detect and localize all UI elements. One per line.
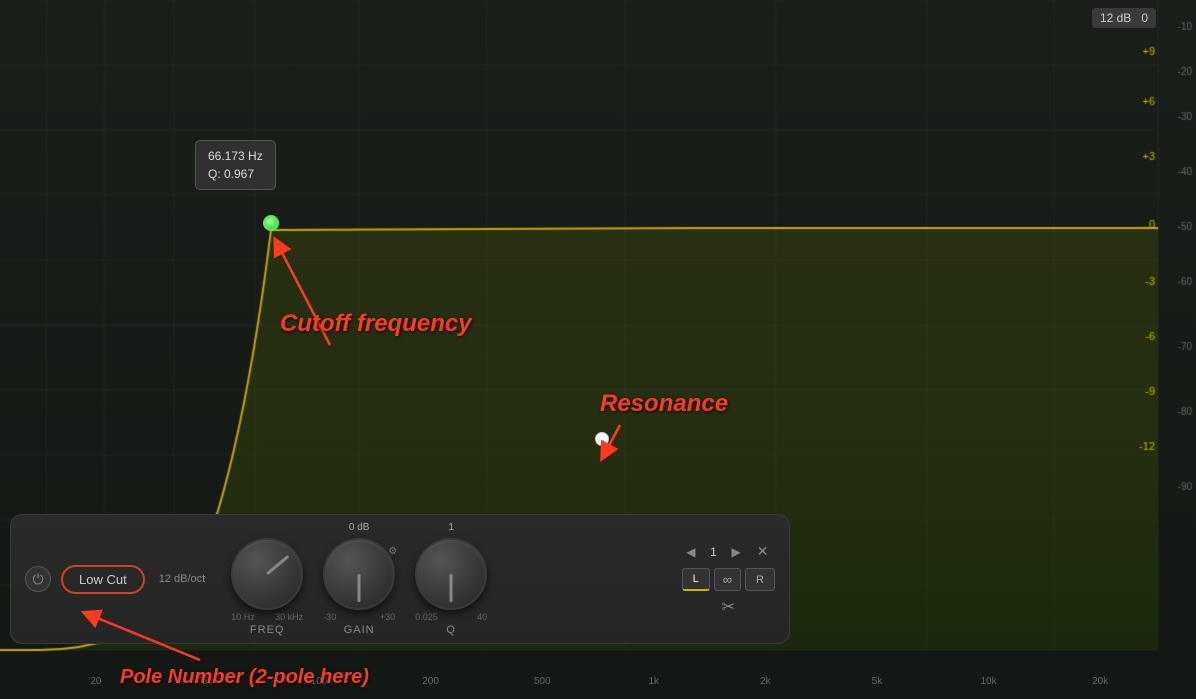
- freq-range: 10 Hz 30 kHz: [231, 612, 303, 622]
- lr-link-button[interactable]: ∞: [714, 568, 741, 591]
- gain-knob-container: ⚙: [323, 538, 395, 610]
- gain-settings-icon: ⚙: [388, 546, 397, 557]
- gain-top-label: 0 dB: [349, 522, 370, 536]
- db-value: 12 dB: [1100, 11, 1131, 25]
- q-knob-group: 1 0.025 40 Q: [415, 522, 487, 636]
- axis-5k: 5k: [821, 676, 933, 687]
- right-controls: ◀ 1 ▶ ✕ L ∞ R ✂: [682, 541, 775, 617]
- axis-20k: 20k: [1044, 676, 1156, 687]
- eq-display: 12 dB 0 66.173 Hz Q: 0.967 Cutoff freque…: [0, 0, 1196, 699]
- q-min: 0.025: [415, 612, 438, 622]
- lr-right-button[interactable]: R: [745, 568, 775, 591]
- freq-knob-container: [231, 538, 303, 610]
- gain-range: -30 +30: [323, 612, 395, 622]
- freq-tooltip: 66.173 Hz Q: 0.967: [195, 140, 276, 190]
- lr-row: L ∞ R: [682, 568, 775, 591]
- db-oct-label: 12 dB/oct: [159, 573, 205, 585]
- power-button[interactable]: ⏻: [25, 566, 51, 592]
- nav-row: ◀ 1 ▶ ✕: [682, 541, 774, 562]
- gain-knob-group: 0 dB ⚙ -30 +30 GAIN: [323, 522, 395, 636]
- db-zero: 0: [1141, 11, 1148, 25]
- nav-number: 1: [705, 545, 721, 559]
- freq-knob[interactable]: [231, 538, 303, 610]
- resonance-handle[interactable]: [595, 432, 609, 446]
- gain-min: -30: [323, 612, 336, 622]
- q-label: Q: [446, 624, 456, 636]
- db-badge: 12 dB 0: [1092, 8, 1156, 28]
- q-knob-container: [415, 538, 487, 610]
- scissors-button[interactable]: ✂: [722, 597, 735, 617]
- q-range: 0.025 40: [415, 612, 487, 622]
- gain-max: +30: [380, 612, 395, 622]
- freq-min: 10 Hz: [231, 612, 255, 622]
- tooltip-freq: 66.173 Hz: [208, 147, 263, 165]
- control-panel: ⏻ Low Cut 12 dB/oct 10 Hz 30 kHz FREQ 0 …: [10, 514, 790, 644]
- freq-max: 30 kHz: [275, 612, 303, 622]
- cutoff-handle[interactable]: [263, 215, 279, 231]
- freq-knob-group: 10 Hz 30 kHz FREQ: [231, 522, 303, 636]
- axis-2k: 2k: [710, 676, 822, 687]
- axis-200: 200: [375, 676, 487, 687]
- axis-10k: 10k: [933, 676, 1045, 687]
- axis-500: 500: [486, 676, 598, 687]
- nav-prev-button[interactable]: ◀: [682, 543, 699, 561]
- gain-label: GAIN: [344, 624, 375, 636]
- gain-knob[interactable]: ⚙: [323, 538, 395, 610]
- tooltip-q: Q: 0.967: [208, 165, 263, 183]
- nav-next-button[interactable]: ▶: [727, 543, 744, 561]
- freq-label: FREQ: [250, 624, 285, 636]
- pole-annotation: Pole Number (2-pole here): [120, 666, 369, 689]
- q-top-label: 1: [448, 522, 454, 536]
- q-knob[interactable]: [415, 538, 487, 610]
- q-max: 40: [477, 612, 487, 622]
- filter-type-button[interactable]: Low Cut: [61, 565, 145, 594]
- close-button[interactable]: ✕: [751, 541, 775, 562]
- lr-left-button[interactable]: L: [682, 568, 710, 591]
- axis-1k: 1k: [598, 676, 710, 687]
